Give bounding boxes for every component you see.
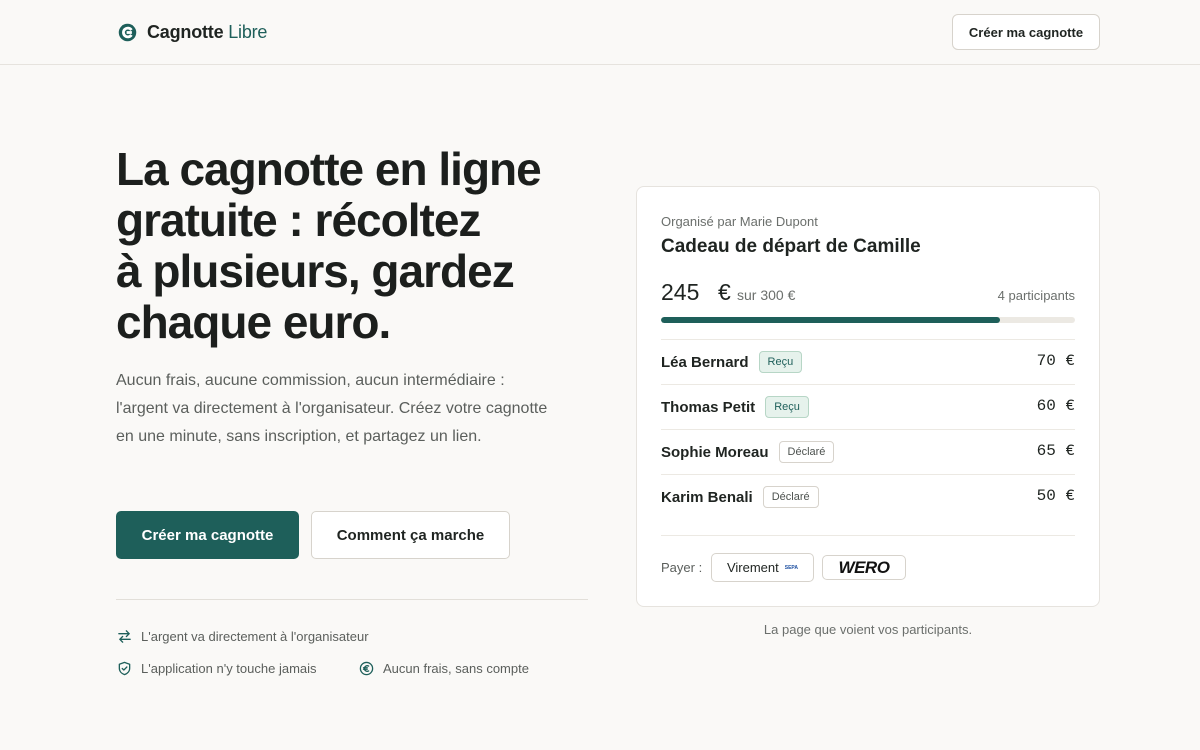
participant-amount: 60 € <box>1036 397 1075 415</box>
brand-name: Cagnotte Libre <box>147 22 267 43</box>
hero-title-line: La cagnotte en ligne <box>116 143 542 195</box>
participant-row: Karim Benali Déclaré 50 € <box>661 474 1075 519</box>
status-badge: Reçu <box>758 351 803 373</box>
hero-divider <box>116 599 588 600</box>
wero-logo: WERO <box>838 557 890 577</box>
site-header: Cagnotte Libre Créer ma cagnotte <box>0 0 1200 65</box>
participant-amount: 50 € <box>1036 487 1075 505</box>
currency-symbol: € <box>718 279 731 305</box>
hero-description: Aucun frais, aucune commission, aucun in… <box>116 372 548 445</box>
feature-label: L'argent va directement à l'organisateur <box>141 629 369 644</box>
progress-bar-fill <box>661 317 1001 323</box>
pay-virement-label: Virement <box>726 560 779 575</box>
participant-row: Léa Bernard Reçu 70 € <box>661 339 1075 384</box>
participant-amount: 65 € <box>1036 442 1075 460</box>
hero-title-line: gratuite : récoltez <box>116 194 481 246</box>
how-it-works-button[interactable]: Comment ça marche <box>311 511 510 559</box>
feature-direct-transfer: L'argent va directement à l'organisateur <box>117 629 369 644</box>
cagnotte-title: Cadeau de départ de Camille <box>661 236 921 257</box>
hero-title: La cagnotte en ligne gratuite : récoltez… <box>116 144 586 348</box>
create-cagnotte-button[interactable]: Créer ma cagnotte <box>116 511 299 559</box>
brand-name-main: Cagnotte <box>147 21 224 42</box>
header-create-button[interactable]: Créer ma cagnotte <box>952 14 1100 50</box>
brand-name-accent: Libre <box>228 21 268 42</box>
feature-label: L'application n'y touche jamais <box>141 661 317 676</box>
participants-list: Léa Bernard Reçu 70 € Thomas Petit Reçu … <box>661 339 1075 519</box>
transfer-arrows-icon <box>118 630 131 643</box>
status-badge: Reçu <box>765 396 809 418</box>
participant-name: Sophie Moreau <box>661 443 769 461</box>
collected-amount: 245 <box>661 279 700 305</box>
feature-no-touch: L'application n'y touche jamais <box>117 661 317 676</box>
sepa-icon: SEPA <box>784 564 799 571</box>
participant-amount: 70 € <box>1036 352 1075 370</box>
euro-circle-icon <box>359 661 374 676</box>
brand-logo-link[interactable]: Cagnotte Libre <box>117 20 267 44</box>
organizer-label: Organisé par Marie Dupont <box>661 214 818 229</box>
participant-row: Thomas Petit Reçu 60 € <box>661 384 1075 429</box>
feature-no-fees: Aucun frais, sans compte <box>359 661 529 676</box>
participant-name: Karim Benali <box>661 488 753 506</box>
cagnotte-preview-card: Organisé par Marie Dupont Cadeau de dépa… <box>636 186 1100 607</box>
shield-check-icon <box>118 661 131 676</box>
progress-bar <box>661 317 1075 323</box>
participant-name: Léa Bernard <box>661 353 749 371</box>
goal-amount: sur 300 € <box>737 287 796 303</box>
participant-row: Sophie Moreau Déclaré 65 € <box>661 429 1075 474</box>
brand-logo-icon <box>118 23 137 41</box>
hero-title-line: chaque euro. <box>116 296 391 348</box>
card-caption: La page que voient vos participants. <box>763 622 973 637</box>
status-badge: Déclaré <box>778 441 835 463</box>
pay-label: Payer : <box>661 560 703 575</box>
hero-title-line: à plusieurs, gardez <box>116 245 515 297</box>
pay-virement-button[interactable]: Virement SEPA <box>711 553 814 582</box>
card-divider <box>661 535 1075 536</box>
amount-summary: 245 € sur 300 € 4 participants <box>661 279 1075 309</box>
pay-wero-button[interactable]: WERO <box>822 555 906 580</box>
feature-label: Aucun frais, sans compte <box>383 661 529 676</box>
participant-name: Thomas Petit <box>661 398 756 416</box>
participants-count: 4 participants <box>997 288 1075 303</box>
status-badge: Déclaré <box>762 486 819 508</box>
